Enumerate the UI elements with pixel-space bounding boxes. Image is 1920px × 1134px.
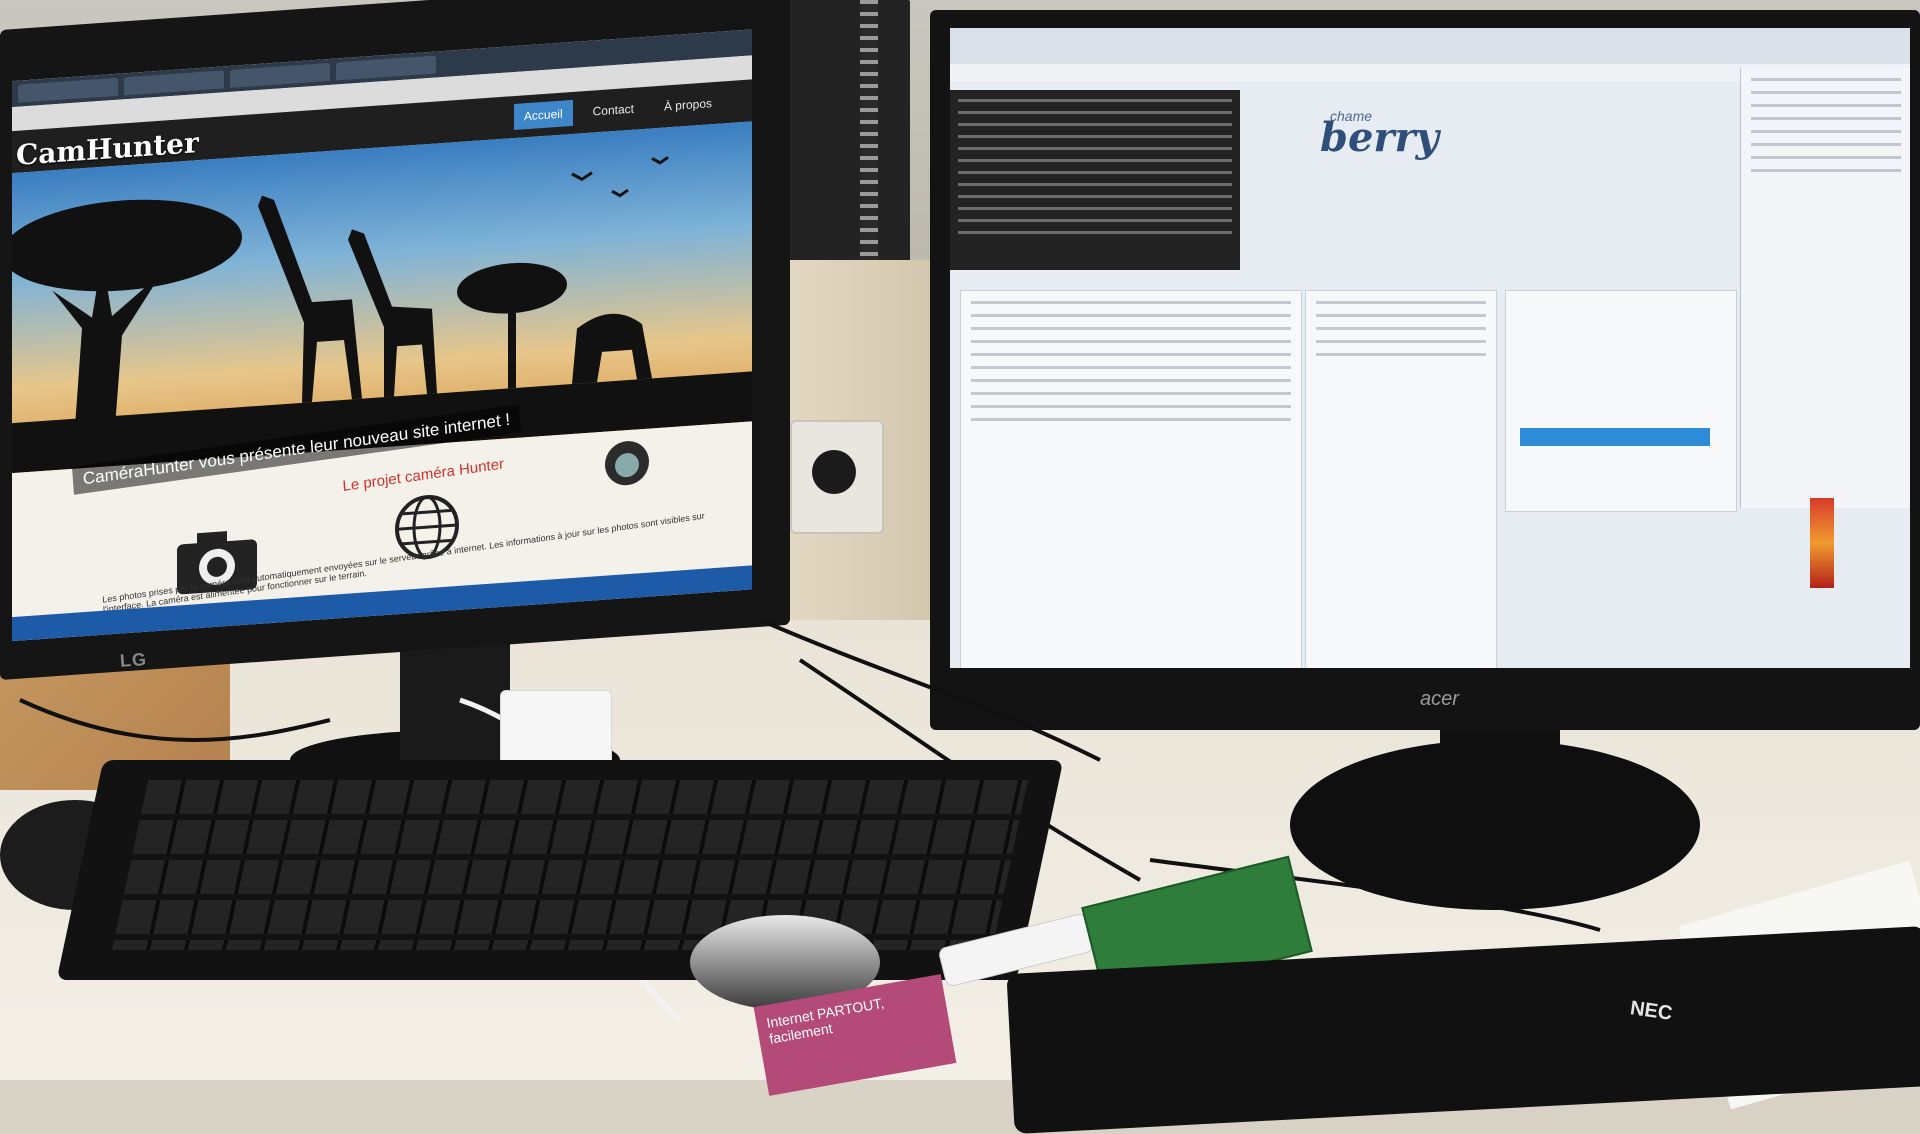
- keyboard-keys[interactable]: [111, 780, 1029, 950]
